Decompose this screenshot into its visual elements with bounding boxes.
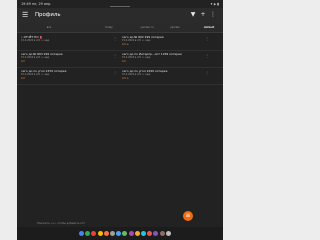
dock-app-icon[interactable] bbox=[79, 231, 84, 236]
tab-default[interactable]: default bbox=[197, 23, 221, 32]
dock-app-icon[interactable] bbox=[153, 231, 159, 236]
item-score: 4.0 bbox=[21, 60, 25, 63]
item-subtitle: 15.4.2024 в 2/4 •• нед. bbox=[21, 56, 50, 59]
list-row: сего до по угол 2339 лотерея 15.4.2024 в… bbox=[17, 67, 223, 85]
empty-hint: Нажмите «+», чтобы добавить лот bbox=[37, 222, 85, 225]
column-tabs: все today yandex.ru yandex default bbox=[17, 23, 223, 33]
dock-app-icon[interactable] bbox=[159, 231, 165, 236]
list-item[interactable]: сего до по угол 2339 лотерея 15.4.2024 в… bbox=[21, 67, 121, 84]
item-score: 4.0 ≥ bbox=[122, 43, 129, 46]
app-screen: 19:49 пн, 29 апр. ▾ ◈ ▮ ☰ Профиль ▼ + ⋮ … bbox=[17, 0, 223, 240]
list-item[interactable]: сего до № 803 299 лотерея 15.4.2024 в 2/… bbox=[21, 50, 121, 67]
item-subtitle: 15.4.2024 в 2/4 •• нед. bbox=[122, 73, 151, 76]
item-subtitle: 15.4.2024 в 2/4 •• нед. bbox=[122, 39, 151, 42]
list-item[interactable]: • ОТЧЁТ ПО! 15.4.2024 в 2/4 •• нед. bbox=[21, 33, 121, 50]
list-item[interactable]: сего до по угол 2299 лотерея 15.4.2024 в… bbox=[122, 67, 202, 84]
app-bar: ☰ Профиль ▼ + ⋮ bbox=[17, 8, 223, 23]
app-dock bbox=[17, 227, 223, 240]
item-menu-icon[interactable]: ⋮ bbox=[205, 37, 209, 41]
status-time: 19:49 пн, 29 апр. bbox=[21, 2, 52, 6]
item-score: 4.0 bbox=[122, 60, 126, 63]
dock-app-icon[interactable] bbox=[141, 231, 146, 236]
page-title: Профиль bbox=[35, 12, 61, 18]
dock-app-icon[interactable] bbox=[97, 231, 103, 236]
dock-app-icon[interactable] bbox=[134, 231, 140, 236]
more-vert-icon[interactable]: ⋮ bbox=[209, 11, 217, 19]
tab-all[interactable]: все bbox=[21, 23, 77, 32]
dock-app-icon[interactable] bbox=[85, 231, 91, 236]
item-menu-icon[interactable]: ⋮ bbox=[113, 54, 117, 58]
dock-app-icon[interactable] bbox=[165, 231, 171, 236]
menu-icon[interactable]: ☰ bbox=[22, 11, 28, 19]
item-menu-icon[interactable]: ⋮ bbox=[205, 71, 209, 75]
drag-handle[interactable] bbox=[110, 6, 130, 8]
add-button[interactable]: + bbox=[199, 11, 207, 19]
item-score: 4.0 ≥ bbox=[122, 77, 129, 80]
fab-button[interactable]: ≡ bbox=[183, 211, 193, 221]
tab-today[interactable]: today bbox=[81, 23, 137, 32]
item-score: 4.0 bbox=[21, 77, 25, 80]
item-subtitle: 15.4.2024 в 2/4 •• нед. bbox=[122, 56, 151, 59]
list-row: • ОТЧЁТ ПО! 15.4.2024 в 2/4 •• нед. ⋮ се… bbox=[17, 33, 223, 51]
list-row: сего до № 803 299 лотерея 15.4.2024 в 2/… bbox=[17, 50, 223, 68]
item-subtitle: 15.4.2024 в 2/4 •• нед. bbox=[21, 73, 50, 76]
list-item[interactable]: сего до по Интерпр...лот 1039 лотерея 15… bbox=[122, 50, 202, 67]
list-item[interactable]: сего до № 802 299 лотерея 15.4.2024 в 2/… bbox=[122, 33, 202, 50]
dock-app-icon[interactable] bbox=[122, 231, 128, 236]
item-subtitle: 15.4.2024 в 2/4 •• нед. bbox=[21, 39, 50, 42]
tab-yandex[interactable]: yandex bbox=[157, 23, 193, 32]
item-menu-icon[interactable]: ⋮ bbox=[205, 54, 209, 58]
status-icons: ▾ ◈ ▮ bbox=[210, 2, 219, 6]
dock-app-icon[interactable] bbox=[103, 231, 109, 236]
dock-app-icon[interactable] bbox=[110, 231, 115, 236]
dock-app-icon[interactable] bbox=[128, 231, 134, 236]
dock-app-icon[interactable] bbox=[116, 231, 122, 236]
item-menu-icon[interactable]: ⋮ bbox=[113, 37, 117, 41]
tab-yandex-ru[interactable]: yandex.ru bbox=[137, 23, 157, 32]
dock-app-icon[interactable] bbox=[91, 231, 97, 236]
dock-app-icon[interactable] bbox=[147, 231, 153, 236]
filter-icon[interactable]: ▼ bbox=[189, 11, 197, 19]
item-menu-icon[interactable]: ⋮ bbox=[113, 71, 117, 75]
